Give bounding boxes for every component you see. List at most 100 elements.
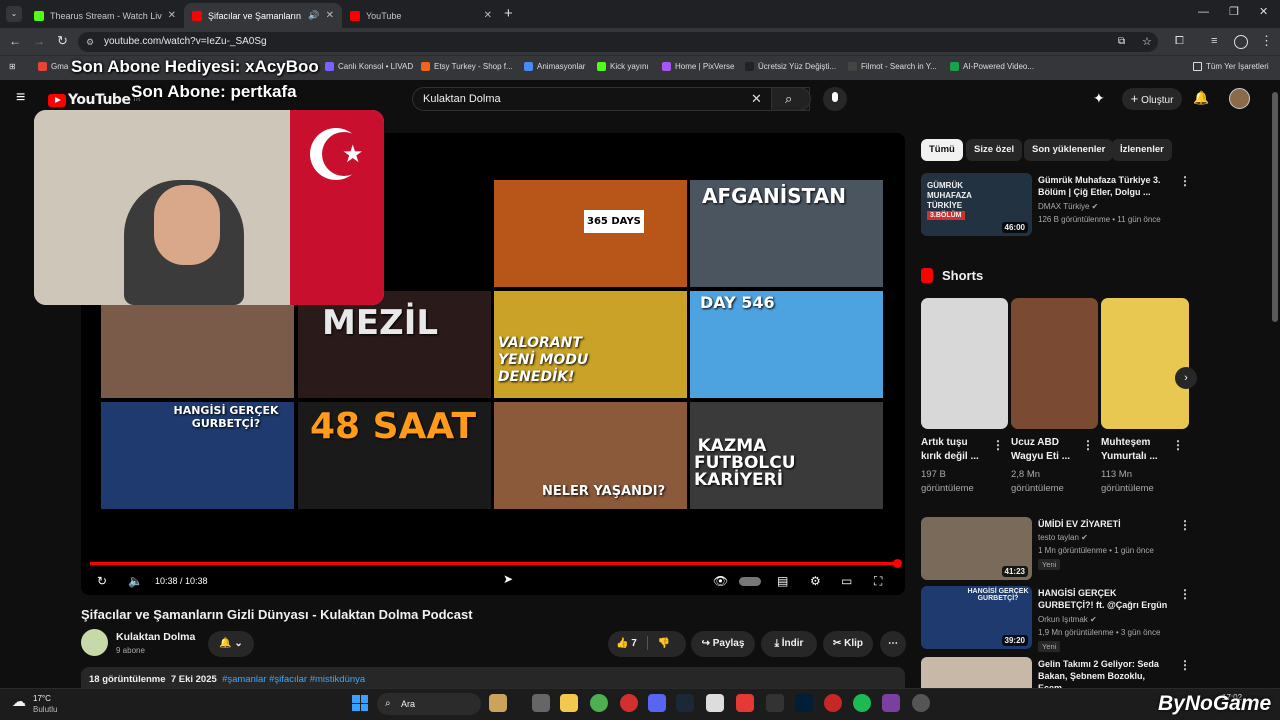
- minimize-icon[interactable]: —: [1198, 6, 1209, 18]
- channel-avatar[interactable]: [81, 629, 108, 656]
- app-icon[interactable]: [882, 694, 900, 712]
- endscreen-video[interactable]: VALORANT YENİ MODU DENEDİK!: [494, 291, 687, 398]
- install-app-icon[interactable]: ⧉: [1118, 32, 1125, 52]
- fullscreen-icon[interactable]: ⛶: [874, 574, 882, 589]
- browser-menu-icon[interactable]: ⋮: [1260, 33, 1273, 49]
- widget-icon[interactable]: [489, 694, 507, 712]
- clear-search-icon[interactable]: ✕: [751, 88, 762, 110]
- new-tab-button[interactable]: +: [504, 5, 513, 22]
- hamburger-menu-icon[interactable]: ≡: [16, 89, 25, 107]
- chip-all[interactable]: Tümü: [921, 139, 963, 161]
- account-avatar[interactable]: [1229, 88, 1250, 109]
- more-options-icon[interactable]: ⋮: [992, 438, 1004, 452]
- recommended-thumbnail[interactable]: [921, 657, 1032, 688]
- tab-current-video[interactable]: Şifacılar ve Şamanların Gizli 🔊 ✕: [184, 3, 342, 28]
- obs-icon[interactable]: [912, 694, 930, 712]
- reload-icon[interactable]: ↻: [57, 33, 68, 49]
- recommended-channel[interactable]: Orkun Işıtmak ✔: [1038, 615, 1097, 624]
- maximize-icon[interactable]: ❐: [1229, 5, 1239, 18]
- bookmark-item[interactable]: Animasyonlar: [524, 62, 585, 71]
- recommended-title[interactable]: ÜMİDİ EV ZİYARETİ: [1038, 518, 1174, 530]
- short-title[interactable]: Muhteşem Yumurtalı ...: [1101, 436, 1169, 464]
- bookmark-item[interactable]: Kick yayını: [597, 62, 649, 71]
- bookmark-item[interactable]: Home | PixVerse: [662, 62, 734, 71]
- close-tab-icon[interactable]: ✕: [326, 10, 334, 21]
- channel-name[interactable]: Kulaktan Dolma: [116, 631, 195, 643]
- chip-for-you[interactable]: Size özel: [966, 139, 1023, 161]
- spotify-icon[interactable]: [853, 694, 871, 712]
- extensions-icon[interactable]: ⧠: [1175, 35, 1184, 48]
- more-options-icon[interactable]: ⋮: [1179, 658, 1191, 672]
- app-icon[interactable]: [824, 694, 842, 712]
- recommended-channel[interactable]: testo taylan ✔: [1038, 533, 1088, 542]
- volume-icon[interactable]: 🔈: [128, 574, 143, 588]
- chrome-icon[interactable]: [590, 694, 608, 712]
- ambient-eye-icon[interactable]: 👁: [713, 574, 728, 588]
- like-dislike-button[interactable]: 👍 7 👎: [608, 631, 686, 657]
- task-view-icon[interactable]: [532, 694, 550, 712]
- recommended-title[interactable]: Gümrük Muhafaza Türkiye 3. Bölüm | Çiğ E…: [1038, 174, 1174, 198]
- close-tab-icon[interactable]: ✕: [484, 10, 492, 21]
- bookmark-item[interactable]: Gma: [38, 62, 68, 71]
- opera-icon[interactable]: [620, 694, 638, 712]
- more-options-icon[interactable]: ⋮: [1179, 174, 1191, 188]
- endscreen-video[interactable]: AFGANİSTAN: [690, 180, 883, 287]
- audio-playing-icon[interactable]: 🔊: [308, 10, 319, 21]
- short-title[interactable]: Artık tuşu kırık değil ...: [921, 436, 989, 464]
- settings-gear-icon[interactable]: ⚙: [810, 574, 821, 588]
- endscreen-video[interactable]: [101, 291, 294, 398]
- thumbs-up-icon[interactable]: 👍: [616, 638, 628, 649]
- clip-button[interactable]: ✂ Klip: [823, 631, 873, 657]
- endscreen-video[interactable]: 48 SAAT: [298, 402, 491, 509]
- more-options-icon[interactable]: ⋮: [1179, 518, 1191, 532]
- taskbar-search-box[interactable]: ⌕ Ara: [377, 693, 481, 715]
- bookmark-star-icon[interactable]: ☆: [1142, 32, 1152, 52]
- hashtags[interactable]: #şamanlar #şifacılar #mistikdünya: [222, 674, 365, 685]
- recommended-title[interactable]: HANGİSİ GERÇEK GURBETÇİ?! ft. @Çağrı Erg…: [1038, 587, 1174, 611]
- subtitles-icon[interactable]: ▤: [777, 574, 788, 588]
- steam-icon[interactable]: [676, 694, 694, 712]
- tab-search-button[interactable]: ⌄: [6, 6, 22, 22]
- short-thumbnail[interactable]: [1011, 298, 1098, 429]
- photoshop-icon[interactable]: [795, 694, 813, 712]
- endscreen-video[interactable]: HANGİSİ GERÇEK GURBETÇİ?: [101, 402, 294, 509]
- more-options-icon[interactable]: ⋮: [1179, 587, 1191, 601]
- close-window-icon[interactable]: ✕: [1259, 5, 1268, 18]
- thumbs-down-icon[interactable]: 👎: [658, 638, 670, 649]
- weather-temp[interactable]: 17°C: [33, 694, 51, 703]
- bookmark-item[interactable]: Etsy Turkey - Shop f...: [421, 62, 513, 71]
- progress-bar[interactable]: [90, 562, 898, 565]
- more-options-icon[interactable]: ⋮: [1172, 438, 1184, 452]
- chip-watched[interactable]: İzlenenler: [1112, 139, 1172, 161]
- address-bar[interactable]: ⚙ youtube.com/watch?v=IeZu-_SA0Sg ⧉ ☆: [78, 32, 1158, 52]
- scrollbar-thumb[interactable]: [1272, 92, 1278, 322]
- search-input[interactable]: Kulaktan Dolma ✕: [412, 87, 810, 111]
- back-icon[interactable]: ←: [9, 34, 21, 48]
- epic-games-icon[interactable]: [766, 694, 784, 712]
- apps-icon[interactable]: ⊞: [9, 62, 16, 71]
- more-actions-icon[interactable]: ⋯: [880, 631, 906, 657]
- bookmark-item[interactable]: AI-Powered Video...: [950, 62, 1034, 71]
- endscreen-video[interactable]: DAY 546: [690, 291, 883, 398]
- weather-cloud-icon[interactable]: ☁: [12, 693, 26, 710]
- shorts-next-button[interactable]: ›: [1175, 367, 1197, 389]
- recommended-thumbnail[interactable]: GÜMRÜK MUHAFAZA TÜRKİYE 3.BÖLÜM 46:00: [921, 173, 1032, 236]
- close-tab-icon[interactable]: ✕: [168, 10, 176, 21]
- notification-bell-button[interactable]: 🔔 ⌄: [208, 631, 254, 657]
- short-thumbnail[interactable]: [921, 298, 1008, 429]
- premium-sparkle-icon[interactable]: ✦: [1093, 90, 1105, 107]
- endscreen-video[interactable]: KAZMA FUTBOLCU KARİYERİ: [690, 402, 883, 509]
- endscreen-video[interactable]: MEZİL: [298, 291, 491, 398]
- short-title[interactable]: Ucuz ABD Wagyu Eti ...: [1011, 436, 1079, 464]
- bookmark-item[interactable]: Filmot - Search in Y...: [848, 62, 937, 71]
- bookmark-item[interactable]: Canlı Konsol • LIVAD: [325, 62, 413, 71]
- more-options-icon[interactable]: ⋮: [1082, 438, 1094, 452]
- app-icon[interactable]: [736, 694, 754, 712]
- progress-scrubber[interactable]: [893, 559, 902, 568]
- all-bookmarks-folder[interactable]: Tüm Yer İşaretleri: [1193, 62, 1269, 71]
- bookmark-item[interactable]: Ücretsiz Yüz Değişti...: [745, 62, 836, 71]
- windows-start-icon[interactable]: [352, 695, 368, 711]
- endscreen-video[interactable]: 365 DAYS: [494, 180, 687, 287]
- recommended-thumbnail[interactable]: 41:23: [921, 517, 1032, 580]
- tab-youtube[interactable]: YouTube ✕: [342, 3, 500, 28]
